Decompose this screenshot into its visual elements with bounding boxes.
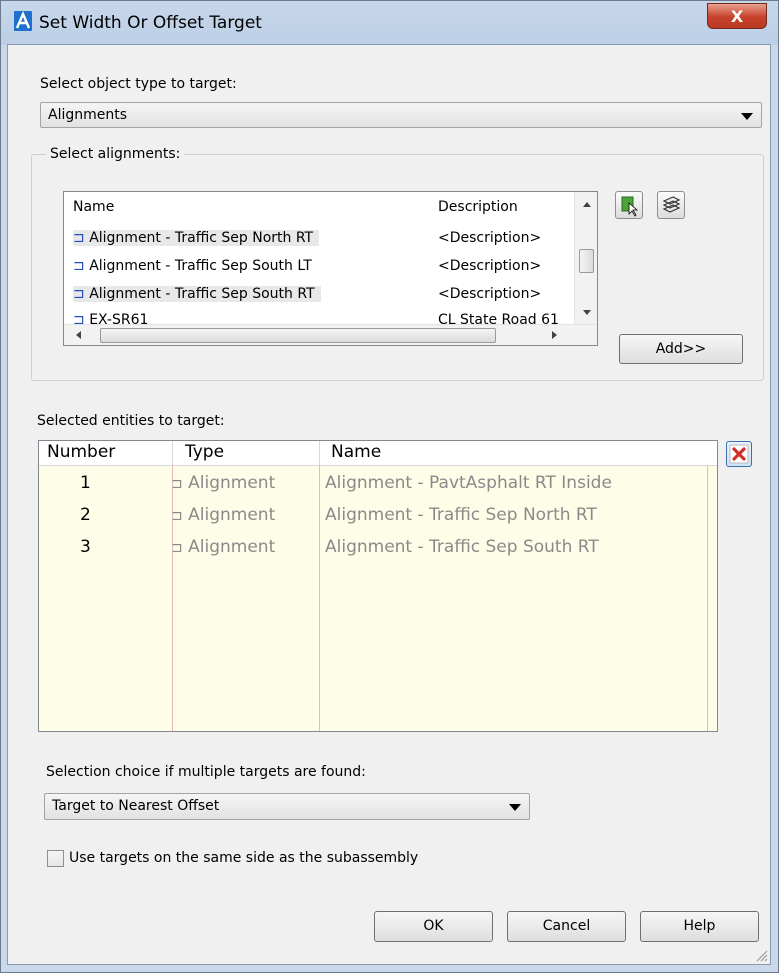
autocad-app-icon <box>14 11 32 31</box>
object-type-value: Alignments <box>48 107 128 123</box>
row-number: 2 <box>80 505 91 525</box>
table-row[interactable]: 3 ⊐ Alignment Alignment - Traffic Sep So… <box>39 537 707 565</box>
object-type-dropdown[interactable]: Alignments <box>40 102 762 128</box>
object-type-label: Select object type to target: <box>40 76 237 92</box>
scroll-thumb[interactable] <box>579 249 594 273</box>
close-icon: X <box>730 6 744 26</box>
alignment-description: <Description> <box>438 286 542 302</box>
same-side-label[interactable]: Use targets on the same side as the suba… <box>69 850 418 866</box>
same-side-checkbox[interactable] <box>47 850 64 867</box>
alignment-icon: ⊐ <box>171 508 183 524</box>
scroll-down-icon[interactable] <box>583 310 591 315</box>
select-layers-button[interactable] <box>657 191 685 219</box>
table-row[interactable]: 2 ⊐ Alignment Alignment - Traffic Sep No… <box>39 505 707 533</box>
alignment-name: Alignment - Traffic Sep South LT <box>89 258 312 274</box>
selected-entities-label: Selected entities to target: <box>37 413 225 429</box>
column-header-description[interactable]: Description <box>438 199 570 215</box>
column-header-type[interactable]: Type <box>185 442 224 462</box>
alignment-description: <Description> <box>438 258 542 274</box>
row-name: Alignment - PavtAsphalt RT Inside <box>325 473 612 493</box>
row-name: Alignment - Traffic Sep North RT <box>325 505 597 525</box>
vertical-scrollbar[interactable] <box>574 192 597 324</box>
ok-button[interactable]: OK <box>374 911 493 942</box>
selection-choice-label: Selection choice if multiple targets are… <box>46 764 366 780</box>
selected-entities-grid[interactable]: Number Type Name 1 ⊐ Alignment Alignment… <box>38 440 718 732</box>
list-item[interactable]: ⊐ Alignment - Traffic Sep North RT <Desc… <box>64 226 574 252</box>
selection-choice-value: Target to Nearest Offset <box>52 798 220 814</box>
alignments-list-header: Name Description <box>64 192 574 220</box>
select-alignments-label: Select alignments: <box>46 146 185 162</box>
alignment-description: <Description> <box>438 230 542 246</box>
scroll-thumb[interactable] <box>100 328 496 343</box>
pick-from-drawing-button[interactable] <box>615 191 643 219</box>
scroll-up-icon[interactable] <box>583 202 591 207</box>
alignment-icon: ⊐ <box>171 540 183 556</box>
column-header-name[interactable]: Name <box>73 199 114 215</box>
selection-choice-dropdown[interactable]: Target to Nearest Offset <box>44 793 530 820</box>
remove-target-button[interactable] <box>726 441 752 467</box>
delete-icon <box>729 444 749 464</box>
resize-grip-icon[interactable] <box>754 948 768 962</box>
alignment-name: Alignment - Traffic Sep South RT <box>89 286 315 302</box>
help-button[interactable]: Help <box>640 911 759 942</box>
list-item[interactable]: ⊐ Alignment - Traffic Sep South LT <Desc… <box>64 254 574 280</box>
alignment-icon: ⊐ <box>73 230 85 246</box>
chevron-down-icon <box>509 804 521 811</box>
row-number: 3 <box>80 537 91 557</box>
add-button[interactable]: Add>> <box>619 334 743 364</box>
scroll-right-icon[interactable] <box>552 331 557 339</box>
grid-header: Number Type Name <box>39 441 717 466</box>
column-header-name[interactable]: Name <box>331 442 381 462</box>
row-name: Alignment - Traffic Sep South RT <box>325 537 599 557</box>
alignment-icon: ⊐ <box>171 476 183 492</box>
row-type: Alignment <box>188 505 276 525</box>
alignment-name: Alignment - Traffic Sep North RT <box>89 230 314 246</box>
alignment-icon: ⊐ <box>73 258 85 274</box>
layers-icon <box>662 196 681 213</box>
close-button[interactable]: X <box>707 3 767 29</box>
column-header-number[interactable]: Number <box>47 442 115 462</box>
list-item[interactable]: ⊐ Alignment - Traffic Sep South RT <Desc… <box>64 282 574 308</box>
alignment-icon: ⊐ <box>73 286 85 302</box>
pick-icon <box>621 196 639 217</box>
row-number: 1 <box>80 473 91 493</box>
row-type: Alignment <box>188 537 276 557</box>
horizontal-scrollbar[interactable] <box>64 324 597 345</box>
alignments-list[interactable]: Name Description ⊐ Alignment - Traffic S… <box>63 191 598 346</box>
row-type: Alignment <box>188 473 276 493</box>
table-row[interactable]: 1 ⊐ Alignment Alignment - PavtAsphalt RT… <box>39 473 707 501</box>
chevron-down-icon <box>741 113 753 120</box>
window-title: Set Width Or Offset Target <box>39 13 262 33</box>
cancel-button[interactable]: Cancel <box>507 911 626 942</box>
title-bar[interactable]: Set Width Or Offset Target X <box>1 1 778 45</box>
scroll-left-icon[interactable] <box>76 331 81 339</box>
